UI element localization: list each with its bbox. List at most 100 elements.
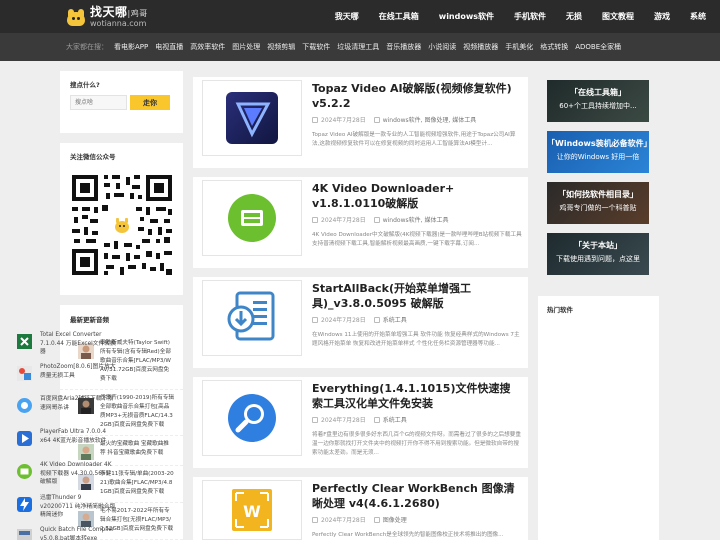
top-nav: 找天哪|鸡哥 wotianna.com 我天哪 在线工具箱 windows软件 … xyxy=(0,0,720,33)
clock-icon xyxy=(312,316,318,323)
folder-icon xyxy=(373,216,380,223)
hot-search-item[interactable]: 小说阅读 xyxy=(428,42,456,52)
banner-title: 「Windows装机必备软件」 xyxy=(547,139,649,148)
hot-software-name: 迅雷Thunder 9 v20200711 纯净精简融合版 精简迷你 xyxy=(40,495,116,518)
list-item[interactable]: 迅雷Thunder 9 v20200711 纯净精简融合版 精简迷你 xyxy=(16,494,116,520)
list-item[interactable]: Quick Batch File Compiler v5.0.8.bat脚本转e… xyxy=(16,526,116,540)
svg-text:W: W xyxy=(243,502,261,521)
hot-search-item[interactable]: 电视直播 xyxy=(155,42,183,52)
nav-item-system[interactable]: 系统 xyxy=(690,11,706,22)
banner-about-site[interactable]: 「关于本站」 下载使用遇到问题，点这里 xyxy=(547,233,649,275)
article-categories[interactable]: windows软件, 媒体工具 xyxy=(383,215,449,224)
folder-icon xyxy=(373,416,380,423)
banner-subtitle: 下载使用遇到问题，点这里 xyxy=(556,255,640,263)
article-title[interactable]: 4K Video Downloader+ v1.8.1.0110破解版 xyxy=(312,181,520,211)
thunder-icon xyxy=(17,497,32,512)
banner-windows-essentials[interactable]: 「Windows装机必备软件」 让你的Windows 好用一倍 xyxy=(547,131,649,173)
video-downloader-icon xyxy=(17,464,32,479)
list-item[interactable]: 4K Video Downloader 4K视频下载器 v4.30.0.5651… xyxy=(16,461,116,487)
nav-item-tutorials[interactable]: 图文教程 xyxy=(602,11,634,22)
hot-software-name: Quick Batch File Compiler v5.0.8.bat脚本转e… xyxy=(40,527,115,540)
article-excerpt: 在Windows 11上使用的开始菜单增强工具 软件功能 恢复经典样式的Wind… xyxy=(312,332,520,347)
article-meta: 2024年7月28日 windows软件, 媒体工具 xyxy=(312,215,448,224)
article-thumbnail[interactable] xyxy=(202,380,302,456)
article-excerpt: Topaz Video AI破解版是一款专业的人工智能视频增强软件,用途于Top… xyxy=(312,132,516,147)
batch-compiler-icon xyxy=(17,529,32,540)
article-meta: 2024年7月28日 系统工具 xyxy=(312,315,407,324)
folder-icon xyxy=(373,316,380,323)
hot-search-item[interactable]: 高效率软件 xyxy=(190,42,225,52)
hot-search-item[interactable]: ADOBE全家桶 xyxy=(575,42,621,52)
article-categories[interactable]: 图像处理 xyxy=(383,515,407,524)
article-thumbnail[interactable] xyxy=(202,280,302,356)
article-title[interactable]: StartAllBack(开始菜单增强工具)_v3.8.0.5095 破解版 xyxy=(312,281,520,311)
article-categories[interactable]: 系统工具 xyxy=(383,415,407,424)
clock-icon xyxy=(312,516,318,523)
wechat-widget-title: 关注微信公众号 xyxy=(70,153,116,161)
hot-software-name: PlayerFab Ultra 7.0.0.4 x64 4K蓝光影音播放软件 xyxy=(40,429,107,444)
article-date: 2024年7月28日 xyxy=(321,517,366,524)
article-title[interactable]: Everything(1.4.1.1015)文件快速搜索工具汉化单文件免安装 xyxy=(312,381,520,411)
hot-search-item[interactable]: 下载软件 xyxy=(302,42,330,52)
article-categories[interactable]: windows软件, 图像处理, 媒体工具 xyxy=(383,115,477,124)
article-excerpt: Perfectly Clear WorkBench是全球领先的智能图像校正技术将… xyxy=(312,532,504,538)
site-logo[interactable]: 找天哪|鸡哥 wotianna.com xyxy=(66,4,148,30)
article-excerpt: 将着F盘里边有很多很多好东西几百个G的视频文件呀。而需看过了很多的之后想要重温一… xyxy=(312,432,521,456)
hot-search-hint: 大家都在搜： xyxy=(66,43,108,51)
article-thumbnail[interactable] xyxy=(202,80,302,156)
article-card[interactable]: Topaz Video AI破解版(视频修复软件) v5.2.2 2024年7月… xyxy=(193,77,528,168)
nav-item-lossless[interactable]: 无损 xyxy=(566,11,582,22)
photozoom-icon xyxy=(17,366,32,381)
article-card[interactable]: W Perfectly Clear WorkBench 图像清晰处理 v4(4.… xyxy=(193,477,528,540)
list-item[interactable]: 百度网盘Aria2辅链下载不限速网哥杀讲 xyxy=(16,395,116,414)
hot-search-item[interactable]: 音乐播放器 xyxy=(386,42,421,52)
article-card[interactable]: StartAllBack(开始菜单增强工具)_v3.8.0.5095 破解版 2… xyxy=(193,277,528,368)
hot-search-item[interactable]: 垃圾清理工具 xyxy=(337,42,379,52)
search-widget: 搜点什么? 走你 xyxy=(60,71,183,133)
article-title[interactable]: Topaz Video AI破解版(视频修复软件) v5.2.2 xyxy=(312,81,520,111)
hot-search-item[interactable]: 手机美化 xyxy=(505,42,533,52)
logo-icon xyxy=(66,8,86,26)
article-title[interactable]: Perfectly Clear WorkBench 图像清晰处理 v4(4.6.… xyxy=(312,481,520,511)
search-button[interactable]: 走你 xyxy=(130,95,170,110)
hot-software-name: PhotoZoom[8.0.6]图片放大质量无损工具 xyxy=(40,364,116,379)
nav-item-home[interactable]: 我天哪 xyxy=(335,11,359,22)
nav-item-toolbox[interactable]: 在线工具箱 xyxy=(379,11,419,22)
list-item[interactable]: Total Excel Converter 7.1.0.44 万能Excel文件… xyxy=(16,331,116,357)
list-item[interactable]: PhotoZoom[8.0.6]图片放大质量无损工具 xyxy=(16,363,116,382)
search-input[interactable] xyxy=(70,95,127,110)
article-meta: 2024年7月28日 系统工具 xyxy=(312,415,407,424)
nav-item-games[interactable]: 游戏 xyxy=(654,11,670,22)
article-date: 2024年7月28日 xyxy=(321,217,366,224)
topaz-video-icon xyxy=(226,92,278,144)
banner-subtitle: 60+个工具持续增加中... xyxy=(559,102,637,110)
hot-search-item[interactable]: 视频剪辑 xyxy=(267,42,295,52)
banner-title: 「在线工具箱」 xyxy=(570,88,626,97)
search-widget-title: 搜点什么? xyxy=(70,81,100,89)
nav-item-windows[interactable]: windows软件 xyxy=(439,11,494,22)
hot-search-item[interactable]: 图片处理 xyxy=(232,42,260,52)
article-card[interactable]: Everything(1.4.1.1015)文件快速搜索工具汉化单文件免安装 2… xyxy=(193,377,528,468)
article-excerpt: 4K Video Downloader中文破解版(4K视频下载器)是一款哔哩哔哩… xyxy=(312,232,522,247)
baidu-netdisk-icon xyxy=(17,398,32,413)
banner-toolbox[interactable]: 「在线工具箱」 60+个工具持续增加中... xyxy=(547,80,649,122)
list-item[interactable]: PlayerFab Ultra 7.0.0.4 x64 4K蓝光影音播放软件 xyxy=(16,428,116,447)
hot-search-item[interactable]: 看电影APP xyxy=(114,42,148,52)
clock-icon xyxy=(312,216,318,223)
banner-title: 「如何找软件相目录」 xyxy=(558,190,638,199)
hot-software-title: 热门软件 xyxy=(547,306,573,314)
hot-search-item[interactable]: 视频播放器 xyxy=(463,42,498,52)
banner-find-software[interactable]: 「如何找软件相目录」 鸡哥专门做的一个科普贴 xyxy=(547,182,649,224)
nav-item-mobile[interactable]: 手机软件 xyxy=(514,11,546,22)
article-thumbnail[interactable]: W xyxy=(202,480,302,540)
article-thumbnail[interactable] xyxy=(202,180,302,256)
hot-search-item[interactable]: 格式转换 xyxy=(540,42,568,52)
article-date: 2024年7月28日 xyxy=(321,417,366,424)
hot-search-bar: 大家都在搜： 看电影APP 电视直播 高效率软件 图片处理 视频剪辑 下载软件 … xyxy=(0,33,720,61)
perfectly-clear-icon: W xyxy=(232,489,272,531)
article-categories[interactable]: 系统工具 xyxy=(383,315,407,324)
everything-search-icon xyxy=(228,394,276,442)
article-card[interactable]: 4K Video Downloader+ v1.8.1.0110破解版 2024… xyxy=(193,177,528,268)
clock-icon xyxy=(312,416,318,423)
folder-icon xyxy=(373,116,380,123)
